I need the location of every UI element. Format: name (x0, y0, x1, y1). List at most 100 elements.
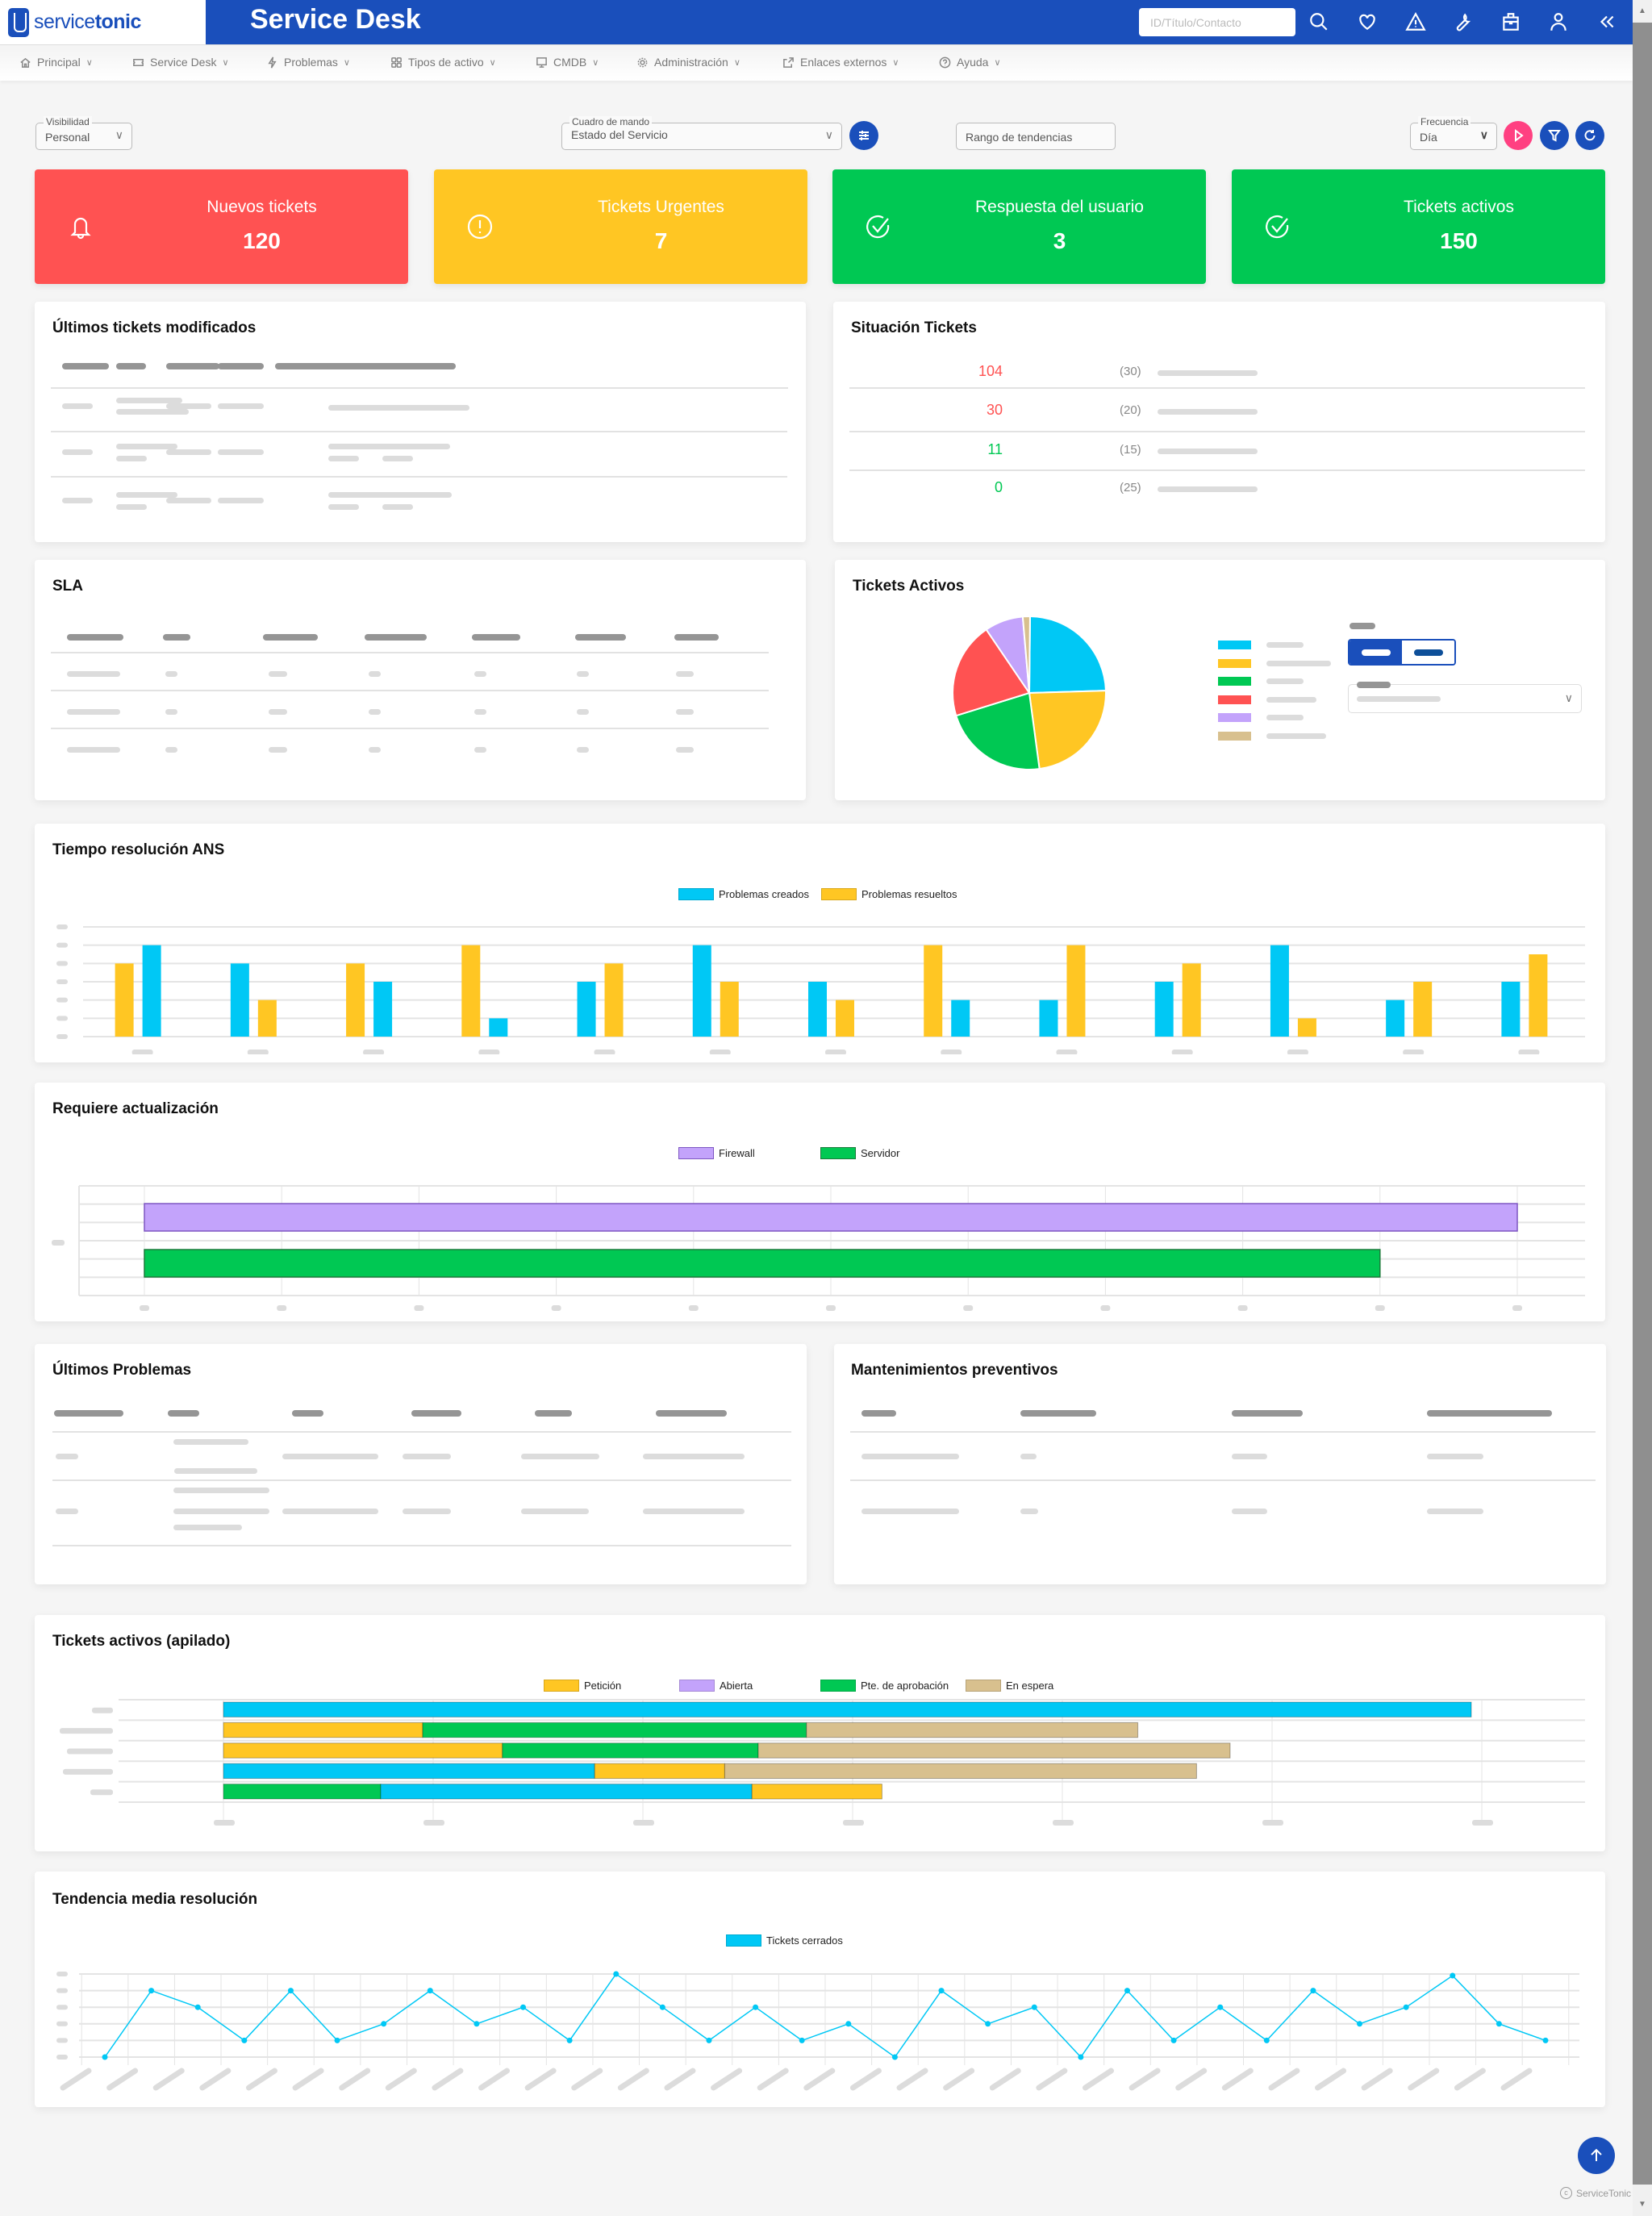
placeholder-cell (173, 1488, 269, 1493)
legend-swatch[interactable] (1218, 658, 1251, 668)
placeholder-cell (643, 1454, 745, 1459)
heart-icon[interactable] (1352, 6, 1383, 37)
placeholder-cell (1232, 1509, 1267, 1514)
external-link-icon (783, 56, 794, 68)
legend-swatch[interactable] (1218, 695, 1251, 704)
visibilidad-select[interactable]: Visibilidad Personal ∨ (35, 116, 132, 150)
legend-item[interactable]: Pte. de aprobación (820, 1680, 949, 1692)
y-tick-label (56, 1034, 68, 1039)
toolbox-icon[interactable] (1496, 6, 1526, 37)
x-tick-label (941, 1050, 962, 1054)
legend-swatch[interactable] (1218, 677, 1251, 686)
placeholder-bar (1158, 486, 1258, 492)
card-tickets-activos-apilado: Tickets activos (apilado) Petición Abiert… (35, 1615, 1605, 1851)
situacion-value[interactable]: 104 (946, 363, 1003, 380)
situacion-value[interactable]: 30 (946, 402, 1003, 419)
legend-swatch (544, 1680, 579, 1692)
x-tick-label (825, 1050, 846, 1054)
legend-item[interactable]: Abierta (679, 1680, 753, 1692)
scroll-down-arrow-icon[interactable]: ▼ (1633, 2193, 1652, 2216)
placeholder-cell (861, 1454, 959, 1459)
gear-icon (637, 57, 648, 67)
search-input[interactable] (1139, 8, 1295, 36)
nav-item-tipos-de-activo[interactable]: Tipos de activo ∨ (390, 56, 496, 69)
toggle-option-2[interactable] (1402, 641, 1454, 664)
user-icon[interactable] (1543, 6, 1574, 37)
y-tick-label (56, 1988, 68, 1993)
divider (51, 431, 787, 432)
kpi-respuesta-del-usuario[interactable]: Respuesta del usuario 3 (832, 169, 1206, 284)
refresh-button[interactable] (1575, 121, 1604, 150)
collapse-icon[interactable] (1592, 6, 1622, 37)
chevron-down-icon: ∨ (1564, 691, 1573, 704)
data-point (845, 2021, 852, 2027)
scroll-to-top-button[interactable] (1578, 2137, 1615, 2174)
data-point (427, 1988, 433, 1994)
x-tick-label (277, 1305, 287, 1311)
legend-item[interactable]: Petición (544, 1680, 621, 1692)
x-tick-label (1408, 2068, 1440, 2091)
divider (849, 469, 1585, 471)
kpi-nuevos-tickets[interactable]: Nuevos tickets 120 (35, 169, 408, 284)
legend-item[interactable]: En espera (966, 1680, 1053, 1692)
x-tick-label (524, 2068, 557, 2091)
situacion-value[interactable]: 0 (946, 479, 1003, 496)
kpi-value: 7 (654, 228, 668, 253)
legend-item[interactable]: Problemas resueltos (821, 888, 957, 900)
bar-segment (223, 1721, 423, 1738)
toggle-option-1[interactable] (1350, 641, 1402, 664)
pie-filter-select[interactable]: ∨ (1348, 682, 1582, 713)
legend-item[interactable]: Servidor (820, 1147, 899, 1159)
cuadro-de-mando-select[interactable]: Cuadro de mando Estado del Servicio ∨ (561, 116, 842, 150)
play-button[interactable] (1504, 121, 1533, 150)
legend-label: Abierta (720, 1680, 753, 1692)
nav-item-enlaces-externos[interactable]: Enlaces externos ∨ (782, 56, 899, 69)
kpi-tickets-urgentes[interactable]: Tickets Urgentes 7 (434, 169, 807, 284)
legend-item[interactable]: Firewall (678, 1147, 755, 1159)
legend-item[interactable]: Tickets cerrados (726, 1934, 843, 1947)
y-tick-label (56, 942, 68, 948)
x-tick-label (826, 1305, 836, 1311)
legend-swatch[interactable] (1218, 731, 1251, 741)
placeholder-header (263, 634, 318, 641)
scrollbar-thumb[interactable] (1633, 23, 1652, 2185)
y-tick-label (60, 1728, 113, 1734)
nav-item-cmdb[interactable]: CMDB ∨ (536, 56, 599, 69)
chevron-down-icon: ∨ (115, 128, 123, 141)
divider (52, 1431, 791, 1433)
placeholder-header (168, 1410, 199, 1417)
warning-icon[interactable] (1400, 6, 1431, 37)
card-ultimos-problemas: Últimos Problemas (35, 1344, 807, 1584)
x-tick-label (1262, 1820, 1283, 1826)
search-icon[interactable] (1304, 6, 1334, 37)
scroll-up-arrow-icon[interactable]: ▲ (1633, 0, 1652, 23)
bar-segment (806, 1721, 1139, 1738)
bar (346, 963, 365, 1037)
logo[interactable]: servicetonic (0, 0, 206, 44)
legend-swatch[interactable] (1218, 713, 1251, 722)
nav-item-administracion[interactable]: Administración ∨ (636, 56, 740, 69)
x-tick-label (106, 2068, 139, 2091)
placeholder-header (861, 1410, 896, 1417)
placeholder-label (1357, 682, 1391, 688)
legend-item[interactable]: Problemas creados (678, 888, 809, 900)
nav-item-ayuda[interactable]: Ayuda ∨ (939, 56, 1001, 69)
data-point (891, 2054, 898, 2060)
chart-type-toggle[interactable] (1348, 639, 1456, 666)
dashboard-settings-button[interactable] (849, 121, 878, 150)
legend-swatch[interactable] (1218, 641, 1251, 649)
nav-item-principal[interactable]: Principal ∨ (19, 56, 93, 69)
nav-item-service-desk[interactable]: Service Desk ∨ (132, 56, 229, 69)
data-point (148, 1988, 155, 1994)
frecuencia-select[interactable]: Frecuencia Día ∨ (1410, 116, 1497, 150)
nav-item-problemas[interactable]: Problemas ∨ (266, 56, 350, 69)
wrench-icon[interactable] (1448, 6, 1479, 37)
vertical-scrollbar[interactable]: ▲ ▼ (1633, 0, 1652, 2216)
kpi-tickets-activos[interactable]: Tickets activos 150 (1232, 169, 1605, 284)
x-tick-label (414, 1305, 424, 1311)
y-tick-label (56, 1972, 68, 1976)
filter-button[interactable] (1540, 121, 1569, 150)
check-circle-icon (863, 211, 894, 242)
rango-de-tendencias-input[interactable]: Rango de tendencias (956, 123, 1116, 150)
situacion-value[interactable]: 11 (946, 441, 1003, 458)
